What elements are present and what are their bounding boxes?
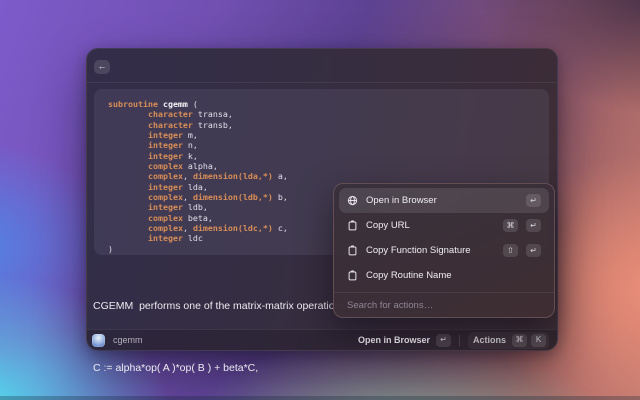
app-icon bbox=[92, 334, 105, 347]
actions-search-row bbox=[334, 293, 554, 318]
action-label: Copy Routine Name bbox=[366, 270, 452, 281]
actions-menu-button[interactable]: Actions ⌘ K bbox=[468, 332, 549, 349]
shortcut-key: ⌘ bbox=[512, 334, 527, 347]
shortcut-key: ⌘ bbox=[503, 219, 518, 232]
code-line: character transa, bbox=[108, 109, 535, 119]
code-line: integer m, bbox=[108, 130, 535, 140]
shortcut-key: ↵ bbox=[526, 219, 541, 232]
action-label: Open in Browser bbox=[366, 195, 437, 206]
action-label: Copy Function Signature bbox=[366, 245, 471, 256]
code-line: subroutine cgemm ( bbox=[108, 99, 535, 109]
clipboard-icon bbox=[347, 245, 358, 256]
action-label: Copy URL bbox=[366, 220, 410, 231]
code-line: integer k, bbox=[108, 151, 535, 161]
action-item-copy-function-signature[interactable]: Copy Function Signature ⇧ ↵ bbox=[339, 238, 549, 263]
actions-search-input[interactable] bbox=[347, 300, 541, 311]
back-arrow-icon: ← bbox=[98, 61, 107, 71]
code-line: integer n, bbox=[108, 140, 535, 150]
shortcut-key: ⇧ bbox=[503, 244, 518, 257]
window-header: ← bbox=[87, 49, 557, 83]
actions-popover: Open in Browser↵Copy URL⌘↵Copy Function … bbox=[333, 183, 555, 318]
code-line: complex, dimension(lda,*) a, bbox=[108, 171, 535, 181]
desktop-wallpaper: ← subroutine cgemm ( character transa, c… bbox=[0, 0, 640, 400]
actions-list: Open in Browser↵Copy URL⌘↵Copy Function … bbox=[334, 184, 554, 288]
actions-label: Actions bbox=[473, 335, 506, 345]
shortcut-key: ↵ bbox=[526, 194, 541, 207]
action-item-copy-url[interactable]: Copy URL ⌘ ↵ bbox=[339, 213, 549, 238]
code-line: complex alpha, bbox=[108, 161, 535, 171]
code-line: character transb, bbox=[108, 120, 535, 130]
query-text: cgemm bbox=[113, 335, 143, 345]
action-item-copy-routine-name[interactable]: Copy Routine Name bbox=[339, 263, 549, 288]
globe-icon bbox=[347, 195, 358, 206]
back-button[interactable]: ← bbox=[94, 60, 110, 74]
action-item-open-in-browser[interactable]: Open in Browser ↵ bbox=[339, 188, 549, 213]
shortcut-key: ↵ bbox=[526, 244, 541, 257]
shortcut-key: K bbox=[531, 334, 546, 347]
status-bar: cgemm Open in Browser ↵ Actions ⌘ K bbox=[87, 329, 557, 350]
clipboard-icon bbox=[347, 220, 358, 231]
clipboard-icon bbox=[347, 270, 358, 281]
description-line: C := alpha*op( A )*op( B ) + beta*C, bbox=[93, 358, 553, 379]
return-key-badge: ↵ bbox=[436, 334, 451, 347]
status-bar-divider bbox=[459, 335, 460, 346]
primary-action-button[interactable]: Open in Browser bbox=[358, 335, 430, 345]
